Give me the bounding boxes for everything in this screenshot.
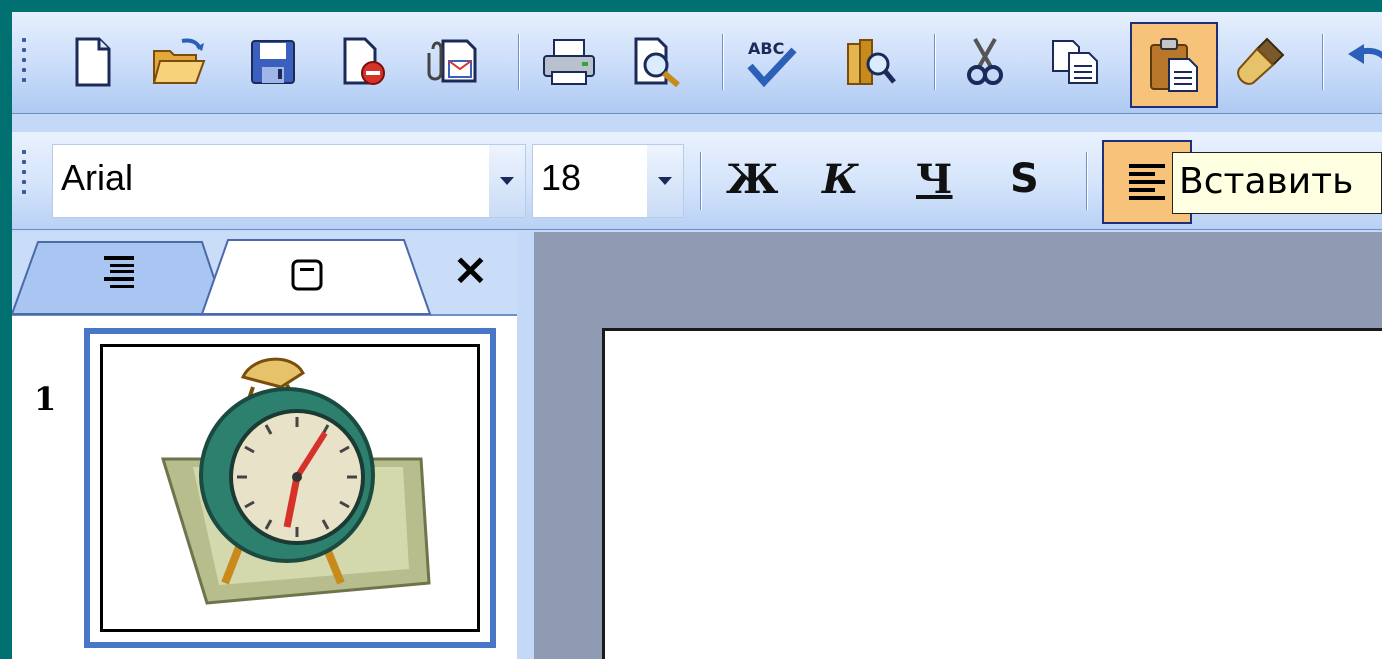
permission-icon bbox=[343, 37, 385, 85]
format-painter-icon bbox=[1237, 37, 1285, 85]
slide-thumbnail-content bbox=[100, 344, 480, 632]
italic-button[interactable]: К bbox=[822, 156, 858, 203]
permission-button[interactable] bbox=[334, 30, 392, 94]
pane-tab-strip: × bbox=[12, 232, 517, 316]
spelling-button[interactable]: ABC bbox=[742, 30, 800, 94]
outline-icon bbox=[104, 256, 134, 288]
paste-button[interactable] bbox=[1130, 22, 1218, 108]
align-left-icon bbox=[1129, 164, 1165, 200]
toolbar-separator bbox=[518, 34, 520, 90]
research-button[interactable] bbox=[842, 30, 900, 94]
font-name-value: Arial bbox=[61, 157, 134, 198]
slide-number: 1 bbox=[34, 380, 57, 418]
paste-icon bbox=[1150, 38, 1198, 92]
close-pane-button[interactable]: × bbox=[452, 244, 489, 295]
slide-thumbnail[interactable] bbox=[84, 328, 496, 648]
open-icon bbox=[152, 38, 206, 84]
font-size-value: 18 bbox=[541, 157, 582, 198]
print-preview-icon bbox=[634, 37, 680, 87]
slides-pane: × 1 bbox=[12, 232, 517, 659]
toolbar-separator bbox=[1086, 152, 1088, 210]
alarm-clock-picture bbox=[160, 357, 431, 605]
save-icon bbox=[251, 40, 295, 84]
chevron-down-icon bbox=[658, 177, 672, 185]
chevron-down-icon bbox=[500, 177, 514, 185]
cut-icon bbox=[967, 38, 1003, 85]
application-window: ABC Arial 18 Ж К Ч S × 1 Вставить bbox=[12, 12, 1382, 659]
open-button[interactable] bbox=[150, 30, 208, 94]
copy-button[interactable] bbox=[1046, 30, 1104, 94]
bold-button[interactable]: Ж bbox=[726, 156, 778, 203]
copy-icon bbox=[1052, 40, 1098, 84]
font-size-combo[interactable]: 18 bbox=[532, 144, 684, 218]
shadow-button[interactable]: S bbox=[1010, 156, 1039, 202]
cut-button[interactable] bbox=[956, 30, 1014, 94]
slides-tab[interactable] bbox=[290, 258, 330, 298]
research-icon bbox=[847, 39, 896, 85]
pane-tabs-graphic bbox=[12, 239, 432, 315]
slide-editing-area bbox=[534, 232, 1382, 659]
toolbar-grip[interactable] bbox=[22, 38, 28, 88]
print-icon bbox=[543, 39, 595, 85]
toolbar-separator bbox=[934, 34, 936, 90]
print-preview-button[interactable] bbox=[628, 30, 686, 94]
new-button[interactable] bbox=[64, 30, 122, 94]
font-name-combo[interactable]: Arial bbox=[52, 144, 526, 218]
font-size-dropdown-button[interactable] bbox=[647, 145, 683, 217]
standard-toolbar: ABC bbox=[12, 12, 1382, 114]
email-icon bbox=[427, 39, 477, 83]
font-name-dropdown-button[interactable] bbox=[489, 145, 525, 217]
paste-tooltip: Вставить bbox=[1172, 152, 1382, 214]
toolbar-separator bbox=[1322, 34, 1324, 90]
format-painter-button[interactable] bbox=[1230, 30, 1288, 94]
new-icon bbox=[75, 37, 111, 87]
toolbar-separator bbox=[722, 34, 724, 90]
print-button[interactable] bbox=[540, 30, 598, 94]
email-button[interactable] bbox=[424, 30, 482, 94]
save-button[interactable] bbox=[244, 30, 302, 94]
slide-canvas[interactable] bbox=[602, 328, 1382, 659]
outline-tab[interactable] bbox=[102, 254, 152, 294]
toolbar-grip[interactable] bbox=[22, 150, 28, 200]
slide-icon bbox=[291, 259, 323, 291]
underline-button[interactable]: Ч bbox=[916, 156, 953, 203]
spelling-icon: ABC bbox=[747, 39, 797, 88]
toolbar-separator bbox=[700, 152, 702, 210]
undo-icon bbox=[1348, 44, 1382, 64]
svg-text:ABC: ABC bbox=[748, 39, 784, 58]
undo-button[interactable] bbox=[1342, 30, 1382, 94]
